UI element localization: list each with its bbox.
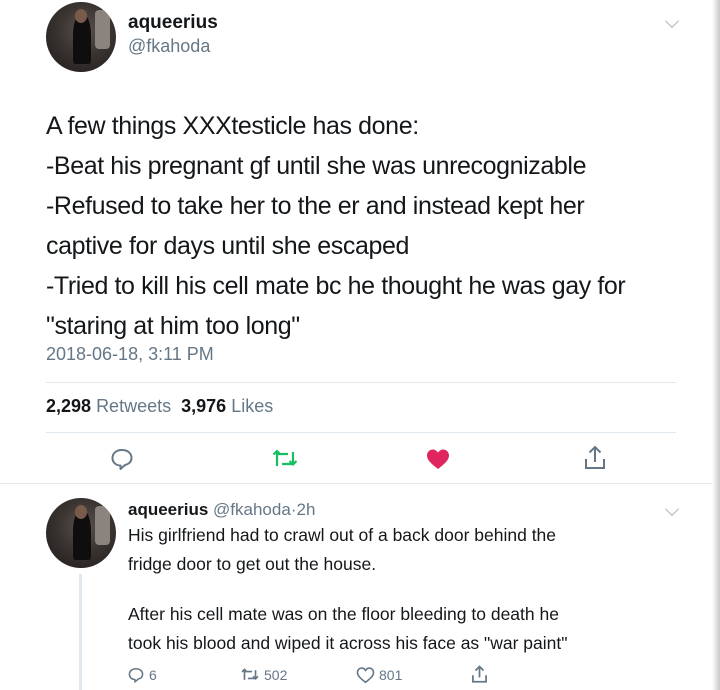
reply-text-line: fridge door to get out the house. [128,554,377,574]
heart-icon [427,449,449,469]
retweets-count[interactable]: 2,298 [46,396,91,416]
screen-edge [712,0,720,690]
like-button[interactable] [425,447,451,471]
reply-text-line: After his cell mate was on the floor ble… [128,604,559,624]
divider [46,382,676,383]
retweet-count: 502 [264,667,288,683]
chevron-down-icon[interactable] [664,13,680,29]
retweet-icon [241,668,259,680]
reply-retweet-button[interactable]: 502 [240,666,287,684]
likes-label[interactable]: Likes [231,396,273,416]
share-icon [472,665,487,683]
tweet-timestamp[interactable]: 2018-06-18, 3:11 PM [46,344,214,365]
tweet-text-line: -Beat his pregnant gf until she was unre… [46,152,587,180]
avatar[interactable] [46,498,116,568]
tweet-text: A few things XXXtesticle has done: -Beat… [46,106,686,346]
reply-icon [128,668,144,683]
reply-count: 6 [149,667,157,683]
tweet-text-line: captive for days until she escaped [46,232,410,260]
reply-reply-button[interactable]: 6 [127,666,157,684]
reply-text-line: took his blood and wiped it across his f… [128,633,568,653]
divider [0,483,720,484]
reply-like-button[interactable]: 801 [356,666,402,684]
likes-count[interactable]: 3,976 [181,396,226,416]
display-name[interactable]: aqueerius [128,12,218,34]
avatar[interactable] [46,2,116,72]
user-handle[interactable]: @fkahoda [128,36,210,57]
avatar-background [95,506,111,545]
heart-icon [356,667,375,684]
tweet-text-line: -Tried to kill his cell mate bc he thoug… [46,272,626,300]
reply-handle[interactable]: @fkahoda [213,500,291,519]
tweet-text-line: A few things XXXtesticle has done: [46,112,419,140]
retweet-button[interactable] [271,446,299,472]
retweet-icon [272,449,298,467]
divider [46,432,676,433]
thread-line [79,574,82,690]
reply-icon [111,449,133,470]
tweet-text-line: "staring at him too long" [46,312,300,340]
like-count: 801 [379,667,403,683]
avatar-background [95,10,111,49]
retweets-label[interactable]: Retweets [96,396,171,416]
tweet-stats: 2,298 Retweets 3,976 Likes [46,396,273,417]
reply-button[interactable] [109,446,135,472]
reply-share-button[interactable] [470,664,489,685]
chevron-down-icon[interactable] [664,501,680,517]
tweet-text-line: -Refused to take her to the er and inste… [46,192,585,220]
reply-time[interactable]: 2h [296,500,315,519]
reply-display-name[interactable]: aqueerius [128,500,208,519]
reply-text: His girlfriend had to crawl out of a bac… [128,521,688,579]
share-icon [585,445,605,469]
reply-header: aqueerius @fkahoda·2h [128,500,315,520]
share-button[interactable] [582,444,608,472]
reply-text-line: His girlfriend had to crawl out of a bac… [128,525,557,545]
reply-text: After his cell mate was on the floor ble… [128,600,688,658]
